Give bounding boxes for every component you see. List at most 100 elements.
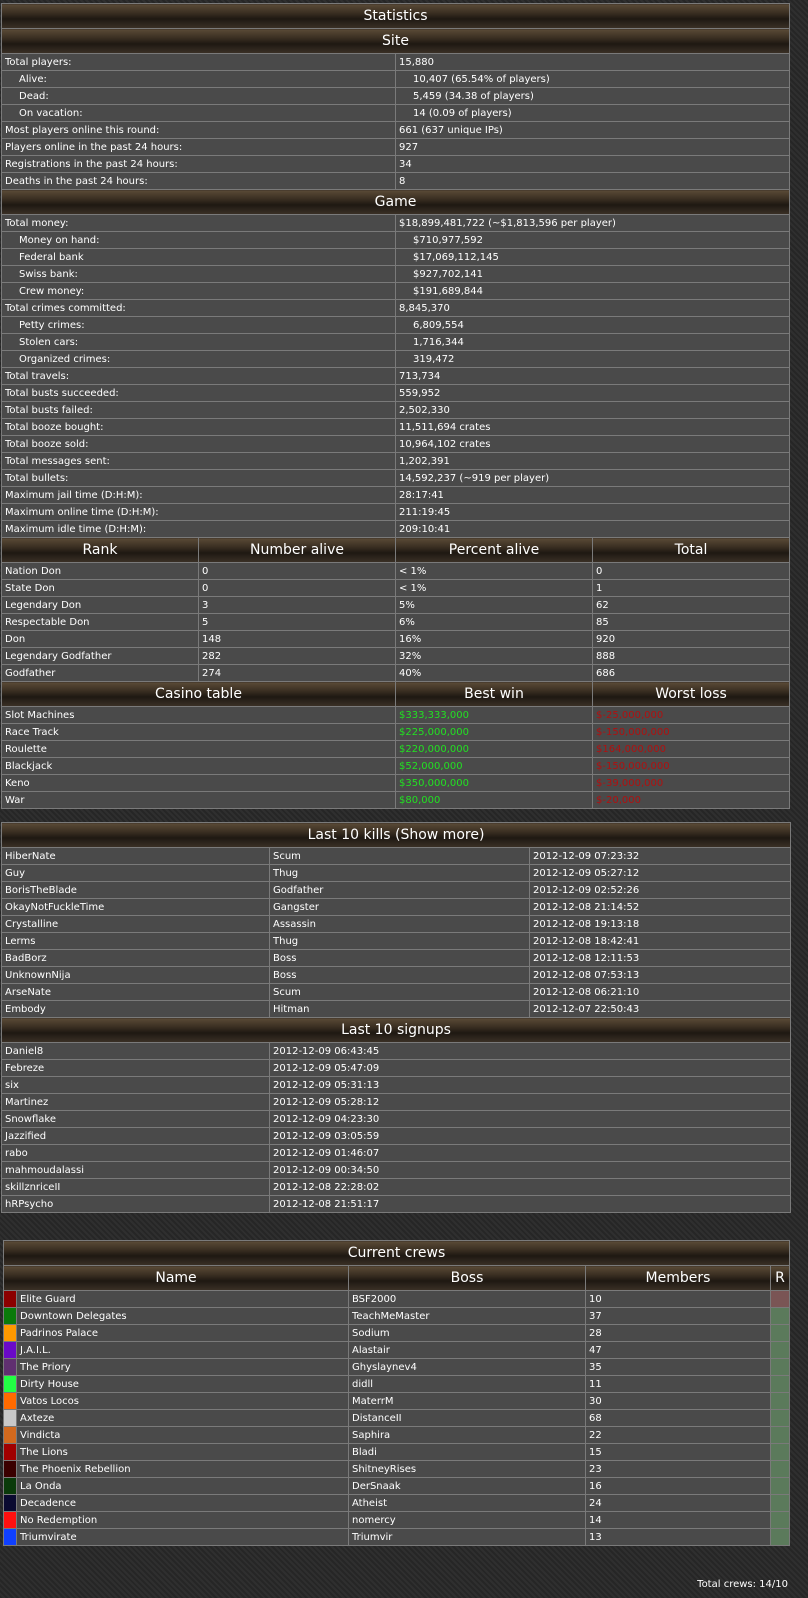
crew-name[interactable]: The Phoenix Rebellion [16,1460,349,1478]
signup-time: 2012-12-08 22:28:02 [268,1178,792,1196]
kills-title[interactable]: Last 10 kills (Show more) [0,822,792,848]
crew-row[interactable]: Downtown Delegates TeachMeMaster 37 [3,1307,791,1325]
crew-recruiting-indicator [769,1443,791,1461]
crew-name[interactable]: Padrinos Palace [16,1324,349,1342]
signup-row: hRPsycho 2012-12-08 21:51:17 [1,1195,792,1213]
crew-row[interactable]: The Phoenix Rebellion ShitneyRises 23 [3,1460,791,1478]
worst-loss: $-39,000,000 [592,774,790,792]
stat-label: Total bullets: [1,469,396,487]
crew-row[interactable]: The Priory Ghyslaynev4 35 [3,1358,791,1376]
signup-player[interactable]: six [1,1076,270,1094]
crew-color-swatch [3,1307,17,1325]
crew-boss[interactable]: nomercy [348,1511,586,1529]
stat-row: Maximum online time (D:H:M): 211:19:45 [1,503,790,521]
crew-boss[interactable]: Triumvir [348,1528,586,1546]
stat-value: 319,472 [395,350,790,368]
casino-game: Blackjack [1,757,396,775]
crew-row[interactable]: Vatos Locos MaterrM 30 [3,1392,791,1410]
crew-color-swatch [3,1290,17,1308]
rank-row: Legendary Don 3 5% 62 [1,596,790,614]
crew-members: 35 [585,1358,771,1376]
crew-boss[interactable]: TeachMeMaster [348,1307,586,1325]
crew-name[interactable]: The Lions [16,1443,349,1461]
stat-row: Deaths in the past 24 hours: 8 [1,172,790,190]
crew-boss[interactable]: MaterrM [348,1392,586,1410]
stat-row: Alive: 10,407 (65.54% of players) [1,70,790,88]
signup-time: 2012-12-09 06:43:45 [268,1042,792,1060]
crew-row[interactable]: Decadence Atheist 24 [3,1494,791,1512]
crew-name[interactable]: Elite Guard [16,1290,349,1308]
stat-value: 1,202,391 [395,452,790,470]
killed-player[interactable]: OkayNotFuckleTime [1,898,270,916]
signup-row: Jazzified 2012-12-09 03:05:59 [1,1127,792,1145]
crew-row[interactable]: Padrinos Palace Sodium 28 [3,1324,791,1342]
crew-row[interactable]: Elite Guard BSF2000 10 [3,1290,791,1308]
crew-row[interactable]: Vindicta Saphira 22 [3,1426,791,1444]
signup-player[interactable]: Martinez [1,1093,270,1111]
signup-player[interactable]: Daniel8 [1,1042,270,1060]
crew-boss[interactable]: Saphira [348,1426,586,1444]
crew-boss[interactable]: Bladi [348,1443,586,1461]
kills-table: Last 10 kills (Show more) HiberNate Scum 2… [0,822,792,1213]
stat-label: Maximum online time (D:H:M): [1,503,396,521]
crew-row[interactable]: La Onda DerSnaak 16 [3,1477,791,1495]
casino-header-row: Casino table Best win Worst loss [1,681,790,707]
crew-name[interactable]: Vindicta [16,1426,349,1444]
kill-row: BadBorz Boss 2012-12-08 12:11:53 [1,949,792,967]
rank-cell: Respectable Don [1,613,199,631]
signup-player[interactable]: mahmoudalassi [1,1161,270,1179]
killed-player[interactable]: Lerms [1,932,270,950]
signup-player[interactable]: Snowflake [1,1110,270,1128]
stat-value: 15,880 [395,53,790,71]
crew-boss[interactable]: didll [348,1375,586,1393]
crew-row[interactable]: Axteze DistanceII 68 [3,1409,791,1427]
signup-time: 2012-12-09 01:46:07 [268,1144,792,1162]
killed-player[interactable]: Guy [1,864,270,882]
signup-player[interactable]: Jazzified [1,1127,270,1145]
crew-name[interactable]: Dirty House [16,1375,349,1393]
crew-row[interactable]: The Lions Bladi 15 [3,1443,791,1461]
killed-player[interactable]: ArseNate [1,983,270,1001]
crew-name[interactable]: J.A.I.L. [16,1341,349,1359]
crews-table: Current crews Name Boss Members R Elite Guar… [2,1240,791,1546]
crew-boss[interactable]: BSF2000 [348,1290,586,1308]
header-row: Last 10 signups [0,1017,792,1043]
crew-name[interactable]: Vatos Locos [16,1392,349,1410]
kill-time: 2012-12-08 19:13:18 [528,915,792,933]
killed-player[interactable]: UnknownNija [1,966,270,984]
crew-row[interactable]: Triumvirate Triumvir 13 [3,1528,791,1546]
crew-recruiting-indicator [769,1477,791,1495]
stat-label: Total booze sold: [1,435,396,453]
killed-player[interactable]: BorisTheBlade [1,881,270,899]
stat-label: Maximum jail time (D:H:M): [1,486,396,504]
killed-player[interactable]: Embody [1,1000,270,1018]
signup-player[interactable]: skillznriceII [1,1178,270,1196]
crew-name[interactable]: No Redemption [16,1511,349,1529]
crew-name[interactable]: Triumvirate [16,1528,349,1546]
signup-player[interactable]: hRPsycho [1,1195,270,1213]
crew-row[interactable]: Dirty House didll 11 [3,1375,791,1393]
signup-player[interactable]: rabo [1,1144,270,1162]
crew-name[interactable]: Axteze [16,1409,349,1427]
crew-boss[interactable]: Ghyslaynev4 [348,1358,586,1376]
killed-player[interactable]: Crystalline [1,915,270,933]
crew-boss[interactable]: DistanceII [348,1409,586,1427]
casino-game: Keno [1,774,396,792]
crew-name[interactable]: The Priory [16,1358,349,1376]
killed-player[interactable]: HiberNate [1,847,270,865]
killed-player[interactable]: BadBorz [1,949,270,967]
crew-row[interactable]: J.A.I.L. Alastair 47 [3,1341,791,1359]
stat-row: Dead: 5,459 (34.38 of players) [1,87,790,105]
crew-name[interactable]: La Onda [16,1477,349,1495]
crew-boss[interactable]: Sodium [348,1324,586,1342]
crew-boss[interactable]: ShitneyRises [348,1460,586,1478]
crew-boss[interactable]: Atheist [348,1494,586,1512]
crew-name[interactable]: Downtown Delegates [16,1307,349,1325]
crew-row[interactable]: No Redemption nomercy 14 [3,1511,791,1529]
crew-boss[interactable]: Alastair [348,1341,586,1359]
best-win: $80,000 [395,791,593,809]
crew-name[interactable]: Decadence [16,1494,349,1512]
signup-player[interactable]: Febreze [1,1059,270,1077]
best-win: $350,000,000 [395,774,593,792]
crew-boss[interactable]: DerSnaak [348,1477,586,1495]
